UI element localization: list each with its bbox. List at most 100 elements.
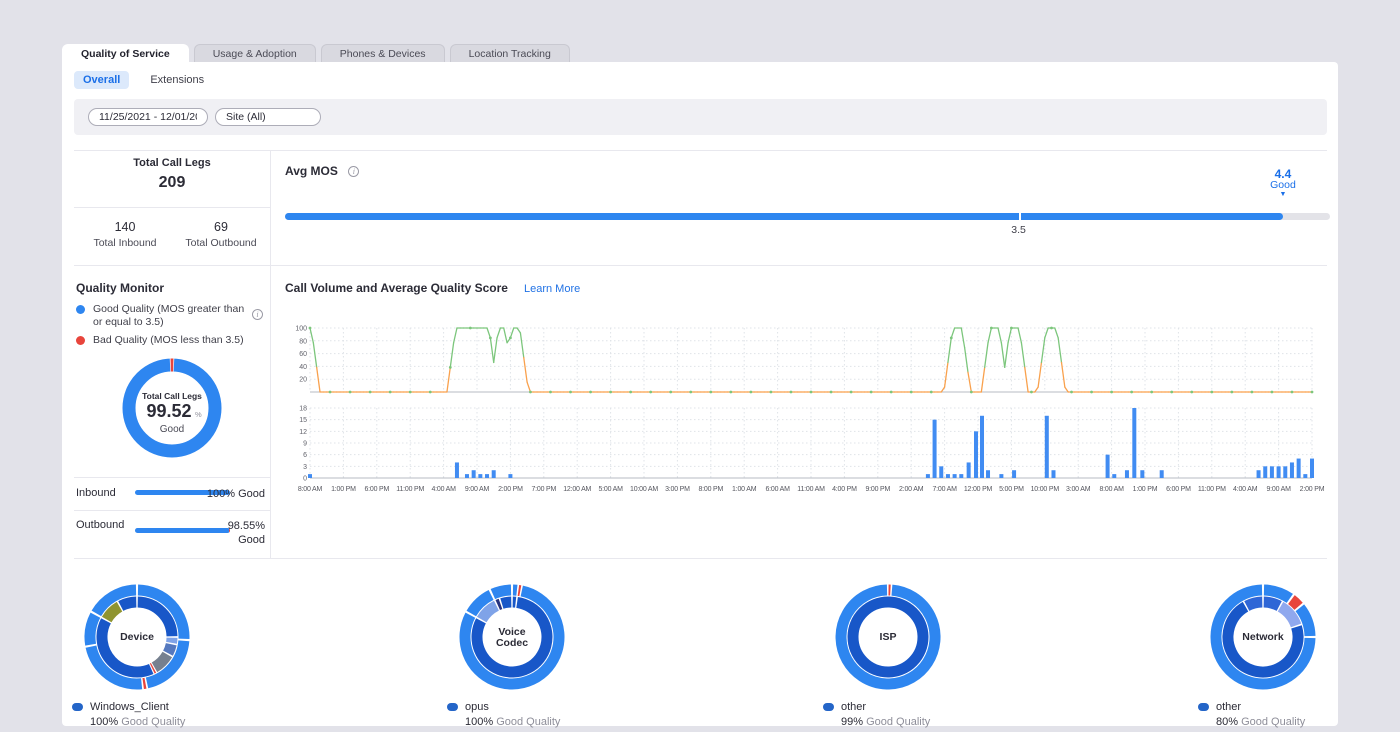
date-range-input[interactable] xyxy=(88,108,208,126)
svg-text:40: 40 xyxy=(299,364,307,371)
tab-usage-adoption[interactable]: Usage & Adoption xyxy=(194,44,316,62)
svg-text:20: 20 xyxy=(299,377,307,384)
call-volume-header: Call Volume and Average Quality Score Le… xyxy=(285,281,580,295)
svg-text:6:00 PM: 6:00 PM xyxy=(1166,486,1191,493)
svg-text:2:00 PM: 2:00 PM xyxy=(498,486,523,493)
quality-monitor-title: Quality Monitor xyxy=(76,281,164,295)
svg-text:15: 15 xyxy=(299,417,307,424)
legend-dot-icon xyxy=(1198,703,1209,711)
svg-text:12:00 AM: 12:00 AM xyxy=(563,486,591,493)
tab-quality-of-service[interactable]: Quality of Service xyxy=(62,44,189,62)
info-icon[interactable]: i xyxy=(252,309,263,320)
svg-text:3:00 AM: 3:00 AM xyxy=(1066,486,1091,493)
svg-text:2:00 PM: 2:00 PM xyxy=(1300,486,1325,493)
tab-phones-devices[interactable]: Phones & Devices xyxy=(321,44,445,62)
svg-text:4:00 PM: 4:00 PM xyxy=(832,486,857,493)
total-inbound-label: Total Inbound xyxy=(76,237,174,249)
svg-text:Network: Network xyxy=(1242,631,1284,643)
svg-text:6:00 AM: 6:00 AM xyxy=(765,486,790,493)
svg-text:18: 18 xyxy=(299,406,307,413)
top-tab-bar: Quality of Service Usage & Adoption Phones… xyxy=(62,44,570,62)
outbound-row-value: 98.55% Good xyxy=(200,519,265,547)
isp-legend: other99% Good Quality xyxy=(823,701,1043,728)
total-outbound-value: 69 xyxy=(172,220,270,234)
total-outbound: 69 Total Outbound xyxy=(172,220,270,249)
voice-codec-legend: opus 100% Good Quality xyxy=(447,701,667,728)
legend-quality: 80% Good Quality xyxy=(1216,716,1400,728)
legend-quality: 100% Good Quality xyxy=(90,716,292,728)
divider xyxy=(74,150,1327,151)
svg-text:80: 80 xyxy=(299,338,307,345)
svg-text:7:00 PM: 7:00 PM xyxy=(531,486,556,493)
bad-quality-dot-icon xyxy=(76,336,85,345)
network-sunburst-chart: Network xyxy=(1208,582,1318,692)
outbound-row-label: Outbound xyxy=(76,519,126,532)
subtab-extensions[interactable]: Extensions xyxy=(141,71,213,89)
svg-text:ISP: ISP xyxy=(880,631,897,643)
divider xyxy=(74,265,1327,266)
isp-sunburst-chart: ISP xyxy=(833,582,943,692)
divider xyxy=(74,207,270,208)
legend-quality: 99% Good Quality xyxy=(841,716,1043,728)
inbound-row-label: Inbound xyxy=(76,487,126,500)
legend-name: opus xyxy=(465,701,489,713)
legend-name: Windows_Client xyxy=(90,701,169,713)
svg-text:Good: Good xyxy=(160,424,184,435)
svg-text:9:00 AM: 9:00 AM xyxy=(1266,486,1291,493)
svg-text:3: 3 xyxy=(303,464,307,471)
svg-text:9:00 PM: 9:00 PM xyxy=(865,486,890,493)
legend-good-quality: Good Quality (MOS greater than or equal … xyxy=(76,303,251,329)
svg-text:8:00 AM: 8:00 AM xyxy=(298,486,323,493)
svg-text:1:00 PM: 1:00 PM xyxy=(331,486,356,493)
legend-value: 100% xyxy=(465,716,493,728)
sub-tab-bar: Overall Extensions xyxy=(74,71,213,89)
svg-text:11:00 PM: 11:00 PM xyxy=(396,486,424,493)
svg-text:1:00 PM: 1:00 PM xyxy=(1133,486,1158,493)
site-filter-input[interactable] xyxy=(215,108,321,126)
breakdown-voice-codec: VoiceCodec opus 100% Good Quality xyxy=(447,582,667,728)
breakdown-isp: ISP other99% Good Quality xyxy=(823,582,1043,728)
marker-arrow-icon: ▼ xyxy=(1268,191,1298,198)
avg-mos-marker: 4.4 Good ▼ xyxy=(1268,169,1298,198)
svg-text:4:00 AM: 4:00 AM xyxy=(431,486,456,493)
svg-text:9:00 AM: 9:00 AM xyxy=(465,486,490,493)
learn-more-link[interactable]: Learn More xyxy=(524,283,580,295)
info-icon[interactable]: i xyxy=(348,166,359,177)
total-call-legs-value: 209 xyxy=(74,174,270,192)
svg-text:Device: Device xyxy=(120,631,154,643)
divider xyxy=(270,150,271,558)
good-quality-label: Good Quality (MOS greater than or equal … xyxy=(93,303,251,329)
svg-text:8:00 AM: 8:00 AM xyxy=(1099,486,1124,493)
svg-text:0: 0 xyxy=(303,476,307,483)
good-quality-dot-icon xyxy=(76,305,85,314)
total-call-legs-donut-chart: Total Call Legs99.52%Good xyxy=(117,353,227,463)
svg-text:5:00 AM: 5:00 AM xyxy=(598,486,623,493)
avg-mos-threshold-label: 3.5 xyxy=(1011,224,1026,236)
legend-name: other xyxy=(1216,701,1241,713)
svg-text:99.52: 99.52 xyxy=(146,401,191,421)
svg-text:4:00 AM: 4:00 AM xyxy=(1233,486,1258,493)
dashboard-page: Quality of Service Usage & Adoption Phones… xyxy=(0,0,1400,732)
svg-text:3:00 PM: 3:00 PM xyxy=(665,486,690,493)
avg-mos-title: Avg MOS xyxy=(285,164,338,178)
subtab-overall[interactable]: Overall xyxy=(74,71,129,89)
legend-quality: 100% Good Quality xyxy=(465,716,667,728)
dashboard-card: OverallExtensions Total Call Legs 209 14… xyxy=(62,62,1338,726)
legend-dot-icon xyxy=(823,703,834,711)
network-legend: other 80% Good Quality xyxy=(1198,701,1400,728)
voice-codec-sunburst-chart: VoiceCodec xyxy=(457,582,567,692)
svg-text:60: 60 xyxy=(299,351,307,358)
svg-text:9: 9 xyxy=(303,441,307,448)
tab-location-tracking[interactable]: Location Tracking xyxy=(450,44,570,62)
legend-bad-quality: Bad Quality (MOS less than 3.5) xyxy=(76,334,251,347)
call-volume-title: Call Volume and Average Quality Score xyxy=(285,281,508,295)
svg-text:11:00 PM: 11:00 PM xyxy=(1198,486,1226,493)
avg-mos-threshold-tick xyxy=(1019,213,1021,220)
legend-suffix: Good Quality xyxy=(866,716,930,728)
svg-text:12: 12 xyxy=(299,429,307,436)
divider xyxy=(74,510,270,511)
breakdown-network: Network other 80% Good Quality xyxy=(1198,582,1400,728)
svg-text:10:00 PM: 10:00 PM xyxy=(1031,486,1060,493)
total-inbound: 140 Total Inbound xyxy=(76,220,174,249)
svg-text:1:00 AM: 1:00 AM xyxy=(732,486,757,493)
